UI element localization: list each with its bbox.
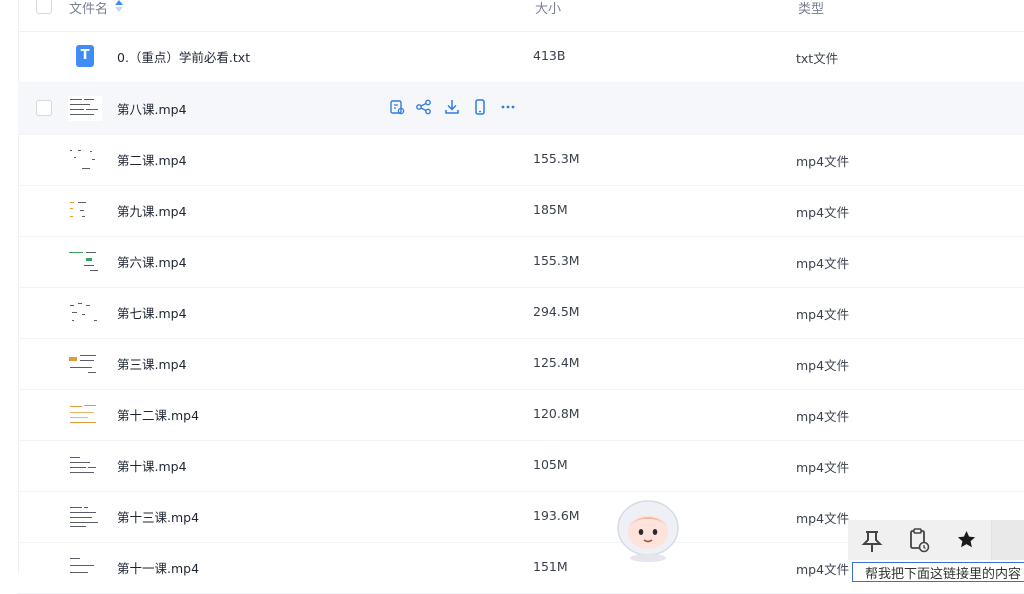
file-row[interactable]: 第三课.mp4 125.4M mp4文件: [18, 338, 1024, 390]
file-type: mp4文件: [796, 205, 850, 220]
assistant-mascot-icon[interactable]: [612, 498, 684, 562]
column-header-name[interactable]: 文件名: [69, 0, 108, 17]
left-sidebar-edge: [0, 0, 19, 574]
file-list-header: 文件名 大小 类型: [18, 0, 1024, 32]
file-type: txt文件: [796, 51, 839, 66]
video-thumbnail: [68, 453, 102, 478]
sort-arrow-icon[interactable]: [115, 0, 123, 12]
pin-icon[interactable]: [848, 520, 895, 560]
more-icon[interactable]: [499, 98, 517, 116]
video-thumbnail: [68, 300, 102, 325]
toolbar-extra-slot[interactable]: [991, 520, 1024, 560]
file-size: 105M: [533, 457, 568, 472]
file-row[interactable]: 第二课.mp4 155.3M mp4文件: [18, 134, 1024, 186]
file-type: mp4文件: [796, 154, 850, 169]
file-type: mp4文件: [796, 358, 850, 373]
clipboard-history-icon[interactable]: [895, 520, 942, 560]
video-thumbnail: [68, 147, 102, 172]
file-name[interactable]: 第八课.mp4: [117, 99, 187, 118]
column-header-type[interactable]: 类型: [798, 0, 824, 17]
file-name[interactable]: 第六课.mp4: [117, 252, 187, 271]
send-to-phone-icon[interactable]: [471, 98, 489, 116]
file-size: 193.6M: [533, 508, 580, 523]
file-type: mp4文件: [796, 562, 850, 577]
file-row[interactable]: T 0.（重点）学前必看.txt 413B txt文件: [18, 31, 1024, 83]
file-row-hovered[interactable]: 第八课.mp4: [18, 83, 1024, 135]
file-size: 120.8M: [533, 406, 580, 421]
video-thumbnail: [68, 96, 102, 121]
txt-file-icon: T: [76, 45, 94, 67]
file-name[interactable]: 第三课.mp4: [117, 354, 187, 373]
video-thumbnail: [68, 351, 102, 376]
file-name[interactable]: 第二课.mp4: [117, 150, 187, 169]
file-size: 125.4M: [533, 355, 580, 370]
video-thumbnail: [68, 198, 102, 223]
video-thumbnail: [68, 402, 102, 427]
file-row[interactable]: 第十课.mp4 105M mp4文件: [18, 440, 1024, 492]
star-icon[interactable]: [943, 520, 990, 560]
select-all-checkbox[interactable]: [36, 0, 52, 14]
share-icon[interactable]: [415, 98, 433, 116]
file-size: 294.5M: [533, 304, 580, 319]
file-name[interactable]: 第十课.mp4: [117, 456, 187, 475]
file-type: mp4文件: [796, 409, 850, 424]
file-size: 151M: [533, 559, 568, 574]
file-name[interactable]: 第十二课.mp4: [117, 405, 199, 424]
assistant-prompt-input[interactable]: 帮我把下面这链接里的内容: [852, 562, 1024, 582]
floating-toolbar: [848, 520, 1024, 560]
file-row[interactable]: 第九课.mp4 185M mp4文件: [18, 185, 1024, 237]
file-name[interactable]: 第七课.mp4: [117, 303, 187, 322]
file-type: mp4文件: [796, 511, 850, 526]
file-size: 155.3M: [533, 253, 580, 268]
file-size: 413B: [533, 48, 566, 63]
file-row[interactable]: 第六课.mp4 155.3M mp4文件: [18, 236, 1024, 288]
file-name[interactable]: 第十一课.mp4: [117, 558, 199, 577]
file-size: 185M: [533, 202, 568, 217]
file-type: mp4文件: [796, 307, 850, 322]
file-type: mp4文件: [796, 256, 850, 271]
file-name[interactable]: 0.（重点）学前必看.txt: [117, 47, 250, 66]
download-icon[interactable]: [443, 98, 461, 116]
file-row[interactable]: 第十二课.mp4 120.8M mp4文件: [18, 389, 1024, 441]
row-checkbox[interactable]: [36, 100, 52, 116]
ai-summary-icon[interactable]: [388, 98, 406, 116]
video-thumbnail: [68, 555, 102, 580]
video-thumbnail: [68, 504, 102, 529]
file-row[interactable]: 第七课.mp4 294.5M mp4文件: [18, 287, 1024, 339]
video-thumbnail: [68, 249, 102, 274]
file-name[interactable]: 第九课.mp4: [117, 201, 187, 220]
file-size: 155.3M: [533, 151, 580, 166]
column-header-size[interactable]: 大小: [535, 0, 561, 17]
file-name[interactable]: 第十三课.mp4: [117, 507, 199, 526]
file-type: mp4文件: [796, 460, 850, 475]
